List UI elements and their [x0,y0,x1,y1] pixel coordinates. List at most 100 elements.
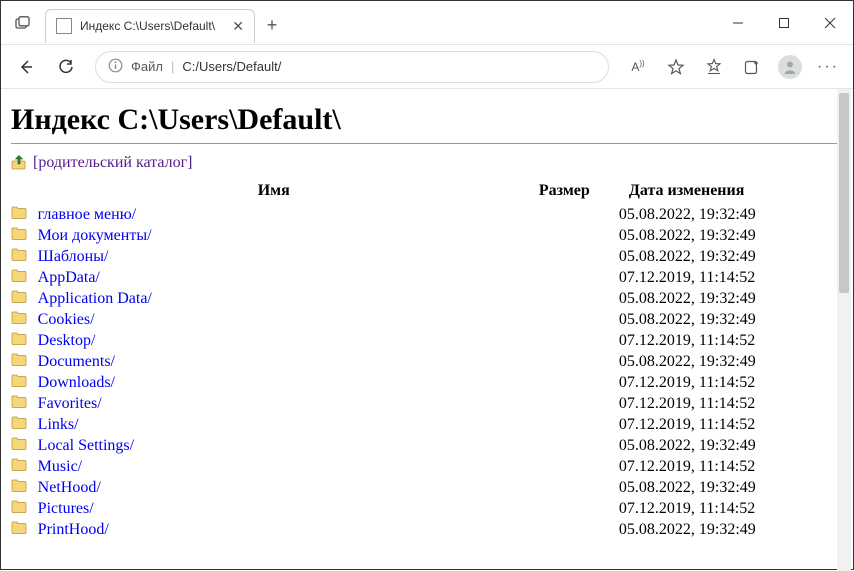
size-cell [510,309,619,330]
new-tab-button[interactable]: + [255,9,289,43]
column-header-date: Дата изменения [619,182,825,204]
folder-icon [11,267,38,288]
date-cell: 07.12.2019, 11:14:52 [619,372,825,393]
title-divider [11,143,843,144]
size-cell [510,288,619,309]
directory-link[interactable]: Downloads/ [38,374,115,391]
refresh-button[interactable] [49,50,83,84]
date-cell: 05.08.2022, 19:32:49 [619,519,825,540]
arrow-left-icon [17,58,35,76]
column-header-size: Размер [510,182,619,204]
table-row: PrintHood/05.08.2022, 19:32:49 [11,519,825,540]
column-header-name: Имя [38,182,510,204]
directory-link[interactable]: Pictures/ [38,500,94,517]
table-row: Desktop/07.12.2019, 11:14:52 [11,330,825,351]
size-cell [510,351,619,372]
directory-link[interactable]: Favorites/ [38,395,102,412]
folder-icon [11,477,38,498]
folder-icon [11,246,38,267]
scrollbar-thumb[interactable] [839,93,849,293]
size-cell [510,414,619,435]
date-cell: 05.08.2022, 19:32:49 [619,204,825,225]
size-cell [510,246,619,267]
directory-link[interactable]: PrintHood/ [38,521,109,538]
date-cell: 05.08.2022, 19:32:49 [619,351,825,372]
collections-icon [743,58,761,76]
size-cell [510,225,619,246]
folder-icon [11,309,38,330]
directory-link[interactable]: Links/ [38,416,79,433]
directory-link[interactable]: главное меню/ [38,206,136,223]
folder-icon [11,435,38,456]
directory-listing-table: Имя Размер Дата изменения главное меню/0… [11,182,825,540]
page-title: Индекс C:\Users\Default\ [11,103,843,137]
collections-button[interactable] [735,50,769,84]
address-scheme-label: Файл [131,59,163,74]
table-row: Documents/05.08.2022, 19:32:49 [11,351,825,372]
folder-icon [11,456,38,477]
size-cell [510,456,619,477]
directory-link[interactable]: Cookies/ [38,311,95,328]
folder-icon [11,225,38,246]
folder-icon [11,372,38,393]
maximize-button[interactable] [761,1,807,45]
profile-button[interactable] [773,50,807,84]
window-controls [715,1,853,45]
close-window-button[interactable] [807,1,853,45]
table-row: Cookies/05.08.2022, 19:32:49 [11,309,825,330]
size-cell [510,330,619,351]
date-cell: 05.08.2022, 19:32:49 [619,477,825,498]
scrollbar[interactable] [837,89,851,571]
size-cell [510,372,619,393]
directory-link[interactable]: Music/ [38,458,82,475]
directory-link[interactable]: Desktop/ [38,332,96,349]
star-lines-icon [705,58,723,76]
folder-icon [11,288,38,309]
size-cell [510,519,619,540]
folder-icon [11,498,38,519]
back-button[interactable] [9,50,43,84]
table-row: NetHood/05.08.2022, 19:32:49 [11,477,825,498]
address-bar[interactable]: Файл | C:/Users/Default/ [95,51,609,83]
date-cell: 05.08.2022, 19:32:49 [619,309,825,330]
date-cell: 05.08.2022, 19:32:49 [619,225,825,246]
table-row: главное меню/05.08.2022, 19:32:49 [11,204,825,225]
directory-link[interactable]: Шаблоны/ [38,248,109,265]
tab-actions-button[interactable] [1,1,45,45]
directory-link[interactable]: NetHood/ [38,479,101,496]
close-tab-button[interactable]: ✕ [232,18,244,35]
size-cell [510,498,619,519]
table-header-row: Имя Размер Дата изменения [11,182,825,204]
table-row: Local Settings/05.08.2022, 19:32:49 [11,435,825,456]
table-row: Favorites/07.12.2019, 11:14:52 [11,393,825,414]
date-cell: 05.08.2022, 19:32:49 [619,435,825,456]
favorites-list-button[interactable] [697,50,731,84]
date-cell: 05.08.2022, 19:32:49 [619,246,825,267]
address-separator: | [171,59,174,74]
directory-link[interactable]: AppData/ [38,269,100,286]
directory-link[interactable]: Documents/ [38,353,115,370]
minimize-button[interactable] [715,1,761,45]
read-aloud-button[interactable]: A)) [621,50,655,84]
date-cell: 07.12.2019, 11:14:52 [619,393,825,414]
toolbar-right: A)) ··· [621,50,845,84]
star-plus-icon [667,58,685,76]
favorites-button[interactable] [659,50,693,84]
directory-link[interactable]: Application Data/ [38,290,152,307]
file-favicon-icon [56,18,72,34]
directory-link[interactable]: Local Settings/ [38,437,134,454]
date-cell: 07.12.2019, 11:14:52 [619,456,825,477]
table-row: Шаблоны/05.08.2022, 19:32:49 [11,246,825,267]
directory-link[interactable]: Мои документы/ [38,227,152,244]
size-cell [510,477,619,498]
parent-directory-link[interactable]: [родительский каталог] [33,154,192,172]
date-cell: 07.12.2019, 11:14:52 [619,498,825,519]
folder-icon [11,351,38,372]
toolbar: Файл | C:/Users/Default/ A)) ··· [1,45,853,89]
address-path: C:/Users/Default/ [182,59,281,74]
more-button[interactable]: ··· [811,50,845,84]
browser-tab[interactable]: Индекс C:\Users\Default\ ✕ [45,9,255,43]
refresh-icon [57,58,75,76]
table-row: Application Data/05.08.2022, 19:32:49 [11,288,825,309]
folder-icon [11,204,38,225]
